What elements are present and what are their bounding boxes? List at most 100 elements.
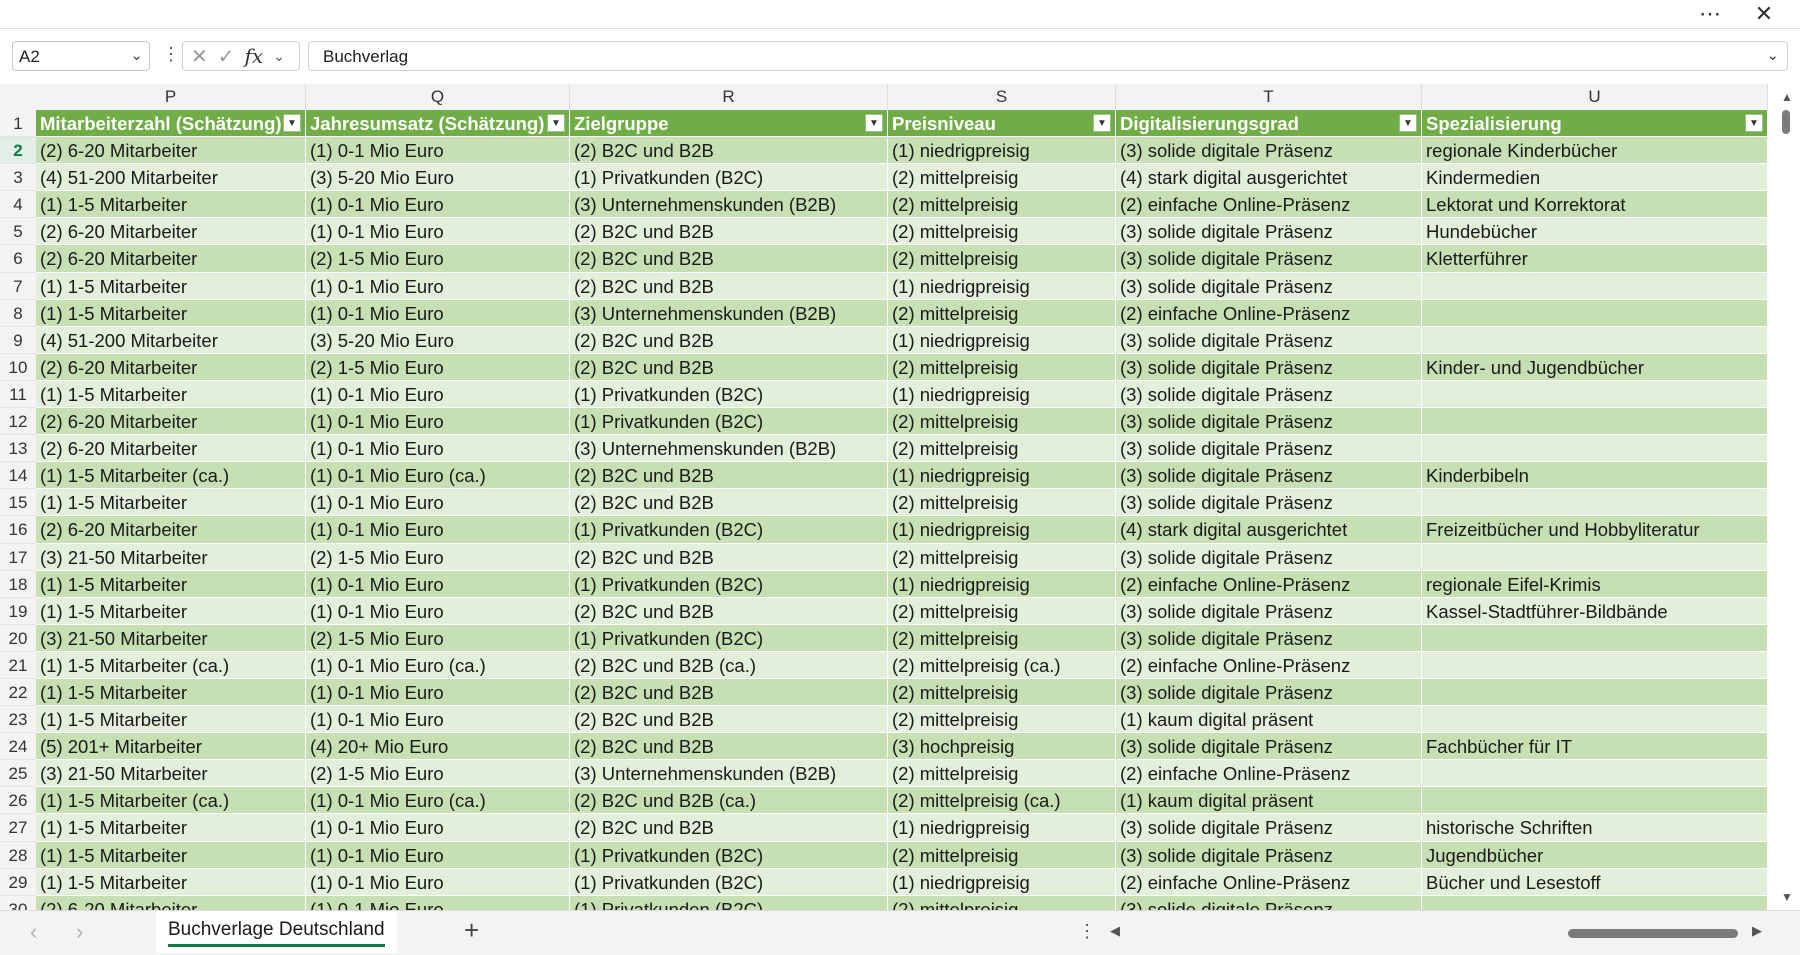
table-cell[interactable]: (1) 0-1 Mio Euro [306, 435, 570, 463]
table-cell[interactable]: (3) solide digitale Präsenz [1116, 435, 1422, 463]
table-cell[interactable]: (1) 1-5 Mitarbeiter [36, 814, 306, 842]
expand-formula-icon[interactable]: ⌄ [1766, 46, 1779, 64]
table-cell[interactable]: (1) niedrigpreisig [888, 868, 1116, 896]
table-cell[interactable]: (1) 0-1 Mio Euro [306, 570, 570, 598]
table-cell[interactable]: (1) 0-1 Mio Euro [306, 516, 570, 544]
table-cell[interactable]: (2) mittelpreisig (ca.) [888, 651, 1116, 679]
row-header[interactable]: 6 [0, 245, 36, 273]
table-cell[interactable]: (2) B2C und B2B [570, 733, 888, 761]
table-cell[interactable]: (2) B2C und B2B [570, 272, 888, 300]
table-cell[interactable]: (3) Unternehmenskunden (B2B) [570, 299, 888, 327]
table-cell[interactable]: (2) B2C und B2B [570, 218, 888, 246]
table-cell[interactable]: (3) solide digitale Präsenz [1116, 814, 1422, 842]
chevron-down-icon[interactable]: ⌄ [130, 46, 143, 64]
filter-dropdown-icon[interactable]: ▼ [1093, 114, 1111, 132]
row-header[interactable]: 20 [0, 624, 36, 652]
table-cell[interactable]: (2) B2C und B2B [570, 489, 888, 517]
column-header[interactable]: Q [306, 84, 570, 110]
table-cell[interactable]: Kletterführer [1422, 245, 1768, 273]
table-cell[interactable]: (2) mittelpreisig [888, 245, 1116, 273]
table-cell[interactable]: regionale Kinderbücher [1422, 137, 1768, 165]
table-cell[interactable]: (1) Privatkunden (B2C) [570, 895, 888, 910]
table-cell[interactable]: (2) 6-20 Mitarbeiter [36, 895, 306, 910]
column-header[interactable]: P [36, 84, 306, 110]
column-header[interactable]: S [888, 84, 1116, 110]
table-cell[interactable]: (2) B2C und B2B (ca.) [570, 651, 888, 679]
column-header[interactable]: R [570, 84, 888, 110]
table-cell[interactable]: (1) 0-1 Mio Euro [306, 841, 570, 869]
table-cell[interactable]: (1) Privatkunden (B2C) [570, 164, 888, 192]
filter-dropdown-icon[interactable]: ▼ [865, 114, 883, 132]
scroll-right-icon[interactable]: ▶ [1752, 923, 1762, 939]
table-cell[interactable]: (1) 0-1 Mio Euro [306, 597, 570, 625]
table-cell[interactable]: (1) 0-1 Mio Euro [306, 272, 570, 300]
row-header[interactable]: 23 [0, 706, 36, 734]
table-cell[interactable]: (1) niedrigpreisig [888, 272, 1116, 300]
row-header[interactable]: 10 [0, 353, 36, 381]
table-cell[interactable]: (1) Privatkunden (B2C) [570, 624, 888, 652]
table-cell[interactable]: (3) solide digitale Präsenz [1116, 489, 1422, 517]
table-cell[interactable]: Hundebücher [1422, 218, 1768, 246]
table-cell[interactable]: (2) B2C und B2B [570, 326, 888, 354]
insert-function-icon[interactable]: fx [245, 44, 264, 68]
table-cell[interactable]: (3) solide digitale Präsenz [1116, 597, 1422, 625]
table-cell[interactable]: (3) solide digitale Präsenz [1116, 380, 1422, 409]
table-cell[interactable]: (3) solide digitale Präsenz [1116, 733, 1422, 761]
table-cell[interactable]: (2) B2C und B2B [570, 706, 888, 734]
table-cell[interactable]: (1) 0-1 Mio Euro [306, 299, 570, 327]
table-cell[interactable]: (2) 6-20 Mitarbeiter [36, 218, 306, 246]
table-cell[interactable]: (3) solide digitale Präsenz [1116, 137, 1422, 165]
table-cell[interactable]: (1) 1-5 Mitarbeiter [36, 570, 306, 598]
sheet-tab-active[interactable]: Buchverlage Deutschland [156, 911, 397, 953]
table-cell[interactable]: Bücher und Lesestoff [1422, 868, 1768, 896]
table-cell[interactable]: (2) B2C und B2B [570, 137, 888, 165]
table-cell[interactable]: (4) 20+ Mio Euro [306, 733, 570, 761]
table-cell[interactable]: (2) 1-5 Mio Euro [306, 353, 570, 381]
filter-dropdown-icon[interactable]: ▼ [1399, 114, 1417, 132]
table-cell[interactable]: (1) 0-1 Mio Euro (ca.) [306, 787, 570, 815]
table-cell[interactable]: (3) solide digitale Präsenz [1116, 353, 1422, 381]
vertical-scrollbar[interactable]: ▲ ▼ [1774, 84, 1800, 910]
filter-dropdown-icon[interactable]: ▼ [283, 114, 301, 132]
horizontal-scroll-thumb[interactable] [1568, 929, 1738, 938]
table-cell[interactable]: (1) 0-1 Mio Euro [306, 137, 570, 165]
chevron-down-icon[interactable]: ⌄ [273, 48, 285, 65]
table-cell[interactable]: Fachbücher für IT [1422, 733, 1768, 761]
table-cell[interactable]: (1) 0-1 Mio Euro (ca.) [306, 651, 570, 679]
row-header[interactable]: 7 [0, 272, 36, 300]
table-cell[interactable]: (1) kaum digital präsent [1116, 706, 1422, 734]
table-cell[interactable]: (1) 0-1 Mio Euro [306, 895, 570, 910]
table-cell[interactable]: (2) 6-20 Mitarbeiter [36, 435, 306, 463]
table-cell[interactable]: (1) 0-1 Mio Euro [306, 380, 570, 409]
table-header-cell[interactable]: Zielgruppe ▼ [570, 110, 888, 138]
table-cell[interactable]: (3) solide digitale Präsenz [1116, 624, 1422, 652]
table-cell[interactable]: (2) mittelpreisig [888, 760, 1116, 788]
row-header[interactable]: 26 [0, 787, 36, 815]
row-header[interactable]: 4 [0, 191, 36, 219]
scroll-up-icon[interactable]: ▲ [1781, 90, 1793, 104]
prev-sheet-icon[interactable]: ‹ [30, 919, 37, 945]
table-cell[interactable]: (1) Privatkunden (B2C) [570, 380, 888, 409]
table-cell[interactable] [1422, 651, 1768, 679]
table-cell[interactable]: (2) mittelpreisig [888, 489, 1116, 517]
table-cell[interactable]: (1) 0-1 Mio Euro [306, 678, 570, 707]
table-cell[interactable]: (3) 5-20 Mio Euro [306, 326, 570, 354]
table-header-cell[interactable]: Preisniveau ▼ [888, 110, 1116, 138]
table-cell[interactable] [1422, 895, 1768, 910]
table-cell[interactable]: (1) Privatkunden (B2C) [570, 516, 888, 544]
table-cell[interactable]: Jugendbücher [1422, 841, 1768, 869]
row-header[interactable]: 11 [0, 380, 36, 409]
table-cell[interactable]: (1) 1-5 Mitarbeiter (ca.) [36, 651, 306, 679]
table-cell[interactable]: (4) stark digital ausgerichtet [1116, 164, 1422, 192]
table-cell[interactable]: (1) 0-1 Mio Euro [306, 706, 570, 734]
table-cell[interactable]: (1) 0-1 Mio Euro [306, 489, 570, 517]
table-cell[interactable]: (2) einfache Online-Präsenz [1116, 191, 1422, 219]
table-cell[interactable]: (3) 21-50 Mitarbeiter [36, 543, 306, 571]
table-cell[interactable]: (3) solide digitale Präsenz [1116, 408, 1422, 436]
table-cell[interactable] [1422, 435, 1768, 463]
table-cell[interactable]: (1) 1-5 Mitarbeiter (ca.) [36, 787, 306, 815]
cancel-icon[interactable]: ✕ [191, 44, 208, 69]
row-header[interactable]: 5 [0, 218, 36, 246]
table-cell[interactable] [1422, 408, 1768, 436]
table-cell[interactable] [1422, 326, 1768, 354]
